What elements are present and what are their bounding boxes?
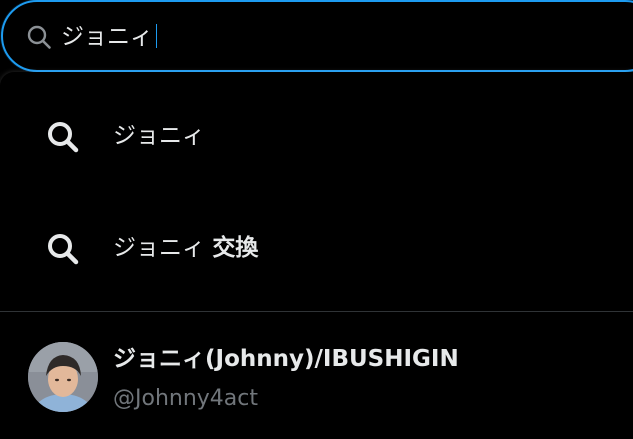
suggestion-text: ジョニィ 交換 (113, 230, 258, 266)
suggestion-text: ジョニィ (113, 118, 205, 154)
search-overlay: ジョニィ ジョニィ ジョニィ 交換 ジョニィ(Johnny)/IBUSHIGIN… (0, 0, 633, 439)
suggestion-query: ジョニィ (113, 235, 205, 261)
search-icon (27, 25, 51, 49)
search-suggestions-dropdown: ジョニィ ジョニィ 交換 ジョニィ(Johnny)/IBUSHIGIN @Joh… (0, 72, 633, 439)
search-input[interactable]: ジョニィ (61, 20, 157, 54)
suggestion-item[interactable]: ジョニィ 交換 (0, 192, 633, 302)
suggestion-item[interactable]: ジョニィ (0, 80, 633, 190)
text-caret (156, 24, 157, 48)
user-result-item[interactable]: ジョニィ(Johnny)/IBUSHIGIN @Johnny4act (0, 312, 633, 439)
suggestion-bold-suffix: 交換 (212, 235, 259, 261)
search-bar[interactable]: ジョニィ (1, 0, 633, 72)
avatar (28, 342, 98, 412)
search-query-text: ジョニィ (61, 24, 153, 50)
search-icon (48, 122, 79, 153)
user-handle: @Johnny4act (113, 386, 258, 411)
user-display-name: ジョニィ(Johnny)/IBUSHIGIN (113, 346, 459, 372)
suggestion-query: ジョニィ (113, 123, 205, 149)
avatar-image (28, 342, 98, 412)
search-icon (48, 234, 79, 265)
